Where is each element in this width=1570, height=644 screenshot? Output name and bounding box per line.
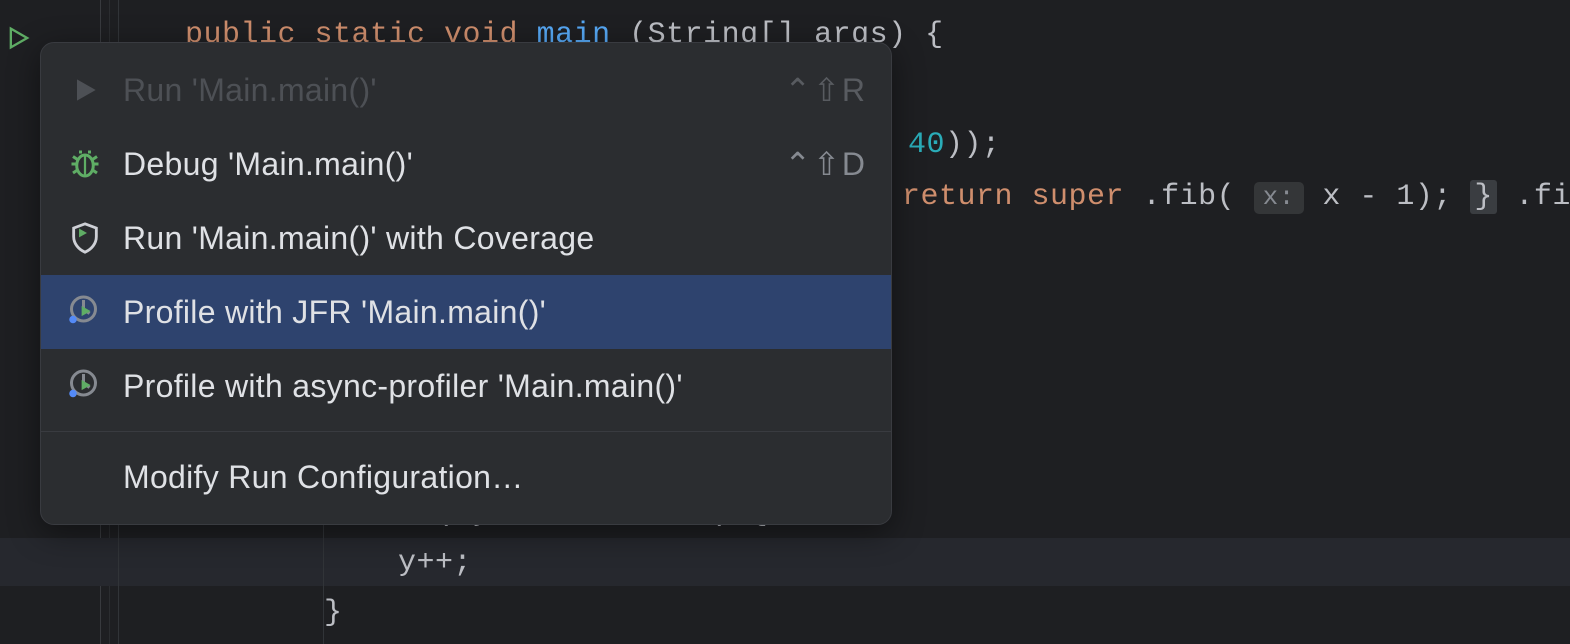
- menu-item-profile-jfr[interactable]: Profile with JFR 'Main.main()': [41, 275, 891, 349]
- profiler-async-icon: [65, 366, 105, 406]
- profiler-jfr-icon: [65, 292, 105, 332]
- empty-icon: [65, 457, 105, 497]
- menu-item-label: Run 'Main.main()': [123, 72, 784, 109]
- shield-play-icon: [65, 218, 105, 258]
- menu-item-shortcut: ⌃⇧D: [784, 145, 867, 183]
- code-line: 40));: [908, 128, 1001, 162]
- code-line: y++;: [398, 546, 472, 580]
- menu-item-debug[interactable]: Debug 'Main.main()' ⌃⇧D: [41, 127, 891, 201]
- menu-item-label: Profile with async-profiler 'Main.main()…: [123, 368, 867, 405]
- menu-item-coverage[interactable]: Run 'Main.main()' with Coverage: [41, 201, 891, 275]
- menu-item-run[interactable]: Run 'Main.main()' ⌃⇧R: [41, 53, 891, 127]
- menu-item-shortcut: ⌃⇧R: [784, 71, 867, 109]
- menu-item-label: Run 'Main.main()' with Coverage: [123, 220, 867, 257]
- menu-item-label: Profile with JFR 'Main.main()': [123, 294, 867, 331]
- code-line: return super .fib( x: x - 1); } .fib( x:…: [902, 180, 1570, 214]
- run-gutter-icon[interactable]: [5, 24, 33, 62]
- current-line-highlight: [0, 538, 1570, 586]
- menu-divider: [41, 431, 891, 432]
- menu-item-modify-run-config[interactable]: Modify Run Configuration…: [41, 440, 891, 514]
- run-context-menu: Run 'Main.main()' ⌃⇧R Debug 'Main.main()…: [40, 42, 892, 525]
- play-icon: [65, 70, 105, 110]
- bug-icon: [65, 144, 105, 184]
- code-line: }: [324, 596, 343, 630]
- menu-item-label: Modify Run Configuration…: [123, 459, 867, 496]
- menu-item-label: Debug 'Main.main()': [123, 146, 784, 183]
- menu-item-profile-async[interactable]: Profile with async-profiler 'Main.main()…: [41, 349, 891, 423]
